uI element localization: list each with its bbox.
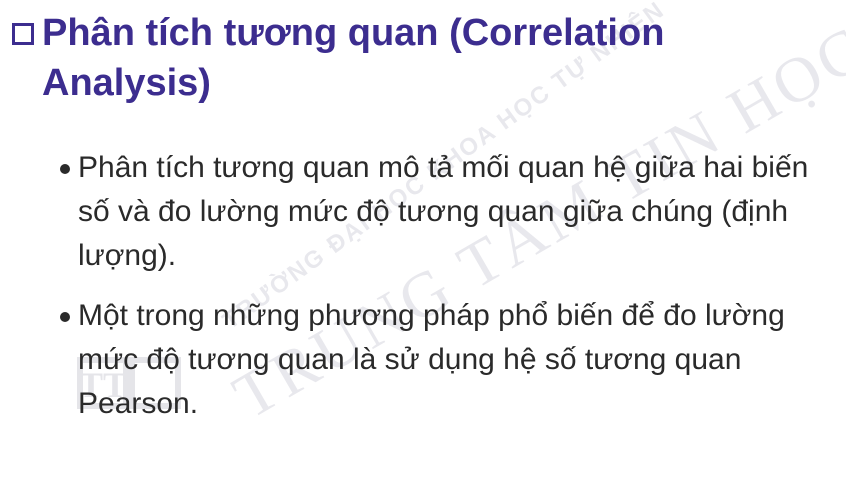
slide: TT TRƯỜNG ĐẠI HỌC KHOA HỌC TỰ NHIÊN TRUN… — [0, 0, 846, 481]
bullet-list: Phân tích tương quan mô tả mối quan hệ g… — [60, 146, 830, 442]
bullet-text: Một trong những phương pháp phổ biến để … — [78, 299, 785, 420]
bullet-item: Phân tích tương quan mô tả mối quan hệ g… — [60, 146, 830, 278]
bullet-dot-icon — [60, 312, 70, 322]
bullet-dot-icon — [60, 164, 70, 174]
bullet-text: Phân tích tương quan mô tả mối quan hệ g… — [78, 151, 809, 272]
bullet-item: Một trong những phương pháp phổ biến để … — [60, 294, 830, 426]
checkbox-bullet-icon — [12, 23, 34, 45]
heading-text: Phân tích tương quan (Correlation Analys… — [42, 12, 665, 104]
slide-heading: Phân tích tương quan (Correlation Analys… — [12, 8, 832, 108]
